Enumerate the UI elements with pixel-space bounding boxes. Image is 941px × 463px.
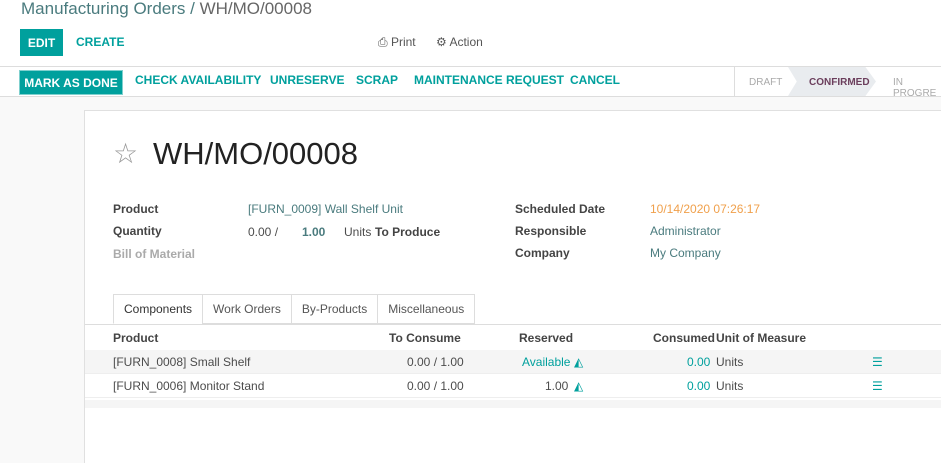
- table-footer: [85, 400, 941, 408]
- status-bar: MARK AS DONE CHECK AVAILABILITY UNRESERV…: [0, 66, 941, 99]
- forecast-chart-icon[interactable]: ◭: [574, 355, 583, 369]
- col-product[interactable]: Product: [113, 331, 158, 345]
- col-reserved[interactable]: Reserved: [519, 331, 573, 345]
- cell-reserved: 1.00: [545, 379, 569, 393]
- responsible-link[interactable]: Administrator: [650, 224, 721, 238]
- col-to-consume[interactable]: To Consume: [389, 331, 461, 345]
- control-panel: Manufacturing Orders / WH/MO/00008 EDIT …: [0, 0, 941, 66]
- create-button[interactable]: CREATE: [76, 35, 124, 49]
- cell-product: [FURN_0006] Monitor Stand: [113, 379, 265, 393]
- table-header: Product To Consume Reserved Consumed Uni…: [85, 324, 941, 351]
- cell-consumed: 0.00: [687, 379, 711, 393]
- qty-to-produce: 1.00: [302, 225, 326, 239]
- product-link[interactable]: [FURN_0009] Wall Shelf Unit: [248, 202, 403, 216]
- breadcrumb-current: WH/MO/00008: [199, 0, 313, 18]
- notebook-tabs: Components Work Orders By-Products Misce…: [113, 294, 476, 324]
- product-label: Product: [113, 202, 159, 216]
- scheduled-date-label: Scheduled Date: [515, 202, 606, 216]
- mark-as-done-button[interactable]: MARK AS DONE: [19, 70, 123, 95]
- edit-button[interactable]: EDIT: [20, 29, 63, 56]
- maintenance-request-button[interactable]: MAINTENANCE REQUEST: [414, 73, 564, 87]
- print-button[interactable]: ⎙ Print: [378, 35, 416, 50]
- responsible-label: Responsible: [515, 224, 587, 238]
- action-label: Action: [449, 35, 483, 49]
- tab-components[interactable]: Components: [113, 294, 204, 324]
- action-button[interactable]: ⚙ Action: [436, 35, 483, 49]
- detail-list-icon[interactable]: ☰: [872, 379, 883, 393]
- forecast-chart-icon[interactable]: ◭: [574, 379, 583, 393]
- cell-to-consume: 0.00 / 1.00: [407, 355, 464, 369]
- cell-uom: Units: [716, 379, 744, 393]
- qty-produced: 0.00 /: [248, 225, 279, 239]
- gear-icon: ⚙: [436, 35, 447, 49]
- stage-draft[interactable]: DRAFT: [749, 77, 782, 88]
- col-uom[interactable]: Unit of Measure: [716, 331, 806, 345]
- detail-list-icon[interactable]: ☰: [872, 355, 883, 369]
- form-sheet: ☆ WH/MO/00008 Product [FURN_0009] Wall S…: [84, 110, 941, 463]
- tab-work-orders[interactable]: Work Orders: [202, 294, 292, 324]
- company-label: Company: [515, 246, 570, 260]
- cancel-button[interactable]: CANCEL: [570, 73, 620, 87]
- stage-in-progress[interactable]: IN PROGRE: [893, 77, 941, 99]
- col-consumed[interactable]: Consumed: [653, 331, 715, 345]
- stage-pipeline: DRAFT CONFIRMED IN PROGRE: [734, 67, 941, 99]
- tab-by-products[interactable]: By-Products: [290, 294, 379, 324]
- unreserve-button[interactable]: UNRESERVE: [270, 73, 344, 87]
- cell-reserved: Available: [522, 355, 571, 369]
- bom-label: Bill of Material: [113, 247, 196, 261]
- qty-uom: Units: [344, 225, 372, 239]
- check-availability-button[interactable]: CHECK AVAILABILITY: [135, 73, 261, 87]
- print-label: Print: [390, 35, 416, 49]
- cell-to-consume: 0.00 / 1.00: [407, 379, 464, 393]
- breadcrumb: Manufacturing Orders / WH/MO/00008: [21, 0, 313, 18]
- cell-product: [FURN_0008] Small Shelf: [113, 355, 251, 369]
- breadcrumb-parent[interactable]: Manufacturing Orders: [21, 0, 185, 18]
- table-row[interactable]: [FURN_0008] Small Shelf 0.00 / 1.00 Avai…: [85, 350, 941, 374]
- scrap-button[interactable]: SCRAP: [356, 73, 398, 87]
- page-title: WH/MO/00008: [153, 136, 359, 171]
- scheduled-date-value: 10/14/2020 07:26:17: [650, 202, 761, 216]
- table-row[interactable]: [FURN_0006] Monitor Stand 0.00 / 1.00 1.…: [85, 374, 941, 398]
- to-produce-label: To Produce: [375, 225, 441, 239]
- printer-icon: ⎙: [378, 35, 388, 49]
- star-icon[interactable]: ☆: [113, 137, 138, 170]
- cell-uom: Units: [716, 355, 744, 369]
- company-link[interactable]: My Company: [650, 246, 721, 260]
- quantity-label: Quantity: [113, 224, 162, 238]
- tab-miscellaneous[interactable]: Miscellaneous: [377, 294, 476, 324]
- cell-consumed: 0.00: [687, 355, 711, 369]
- stage-confirmed[interactable]: CONFIRMED: [809, 77, 870, 88]
